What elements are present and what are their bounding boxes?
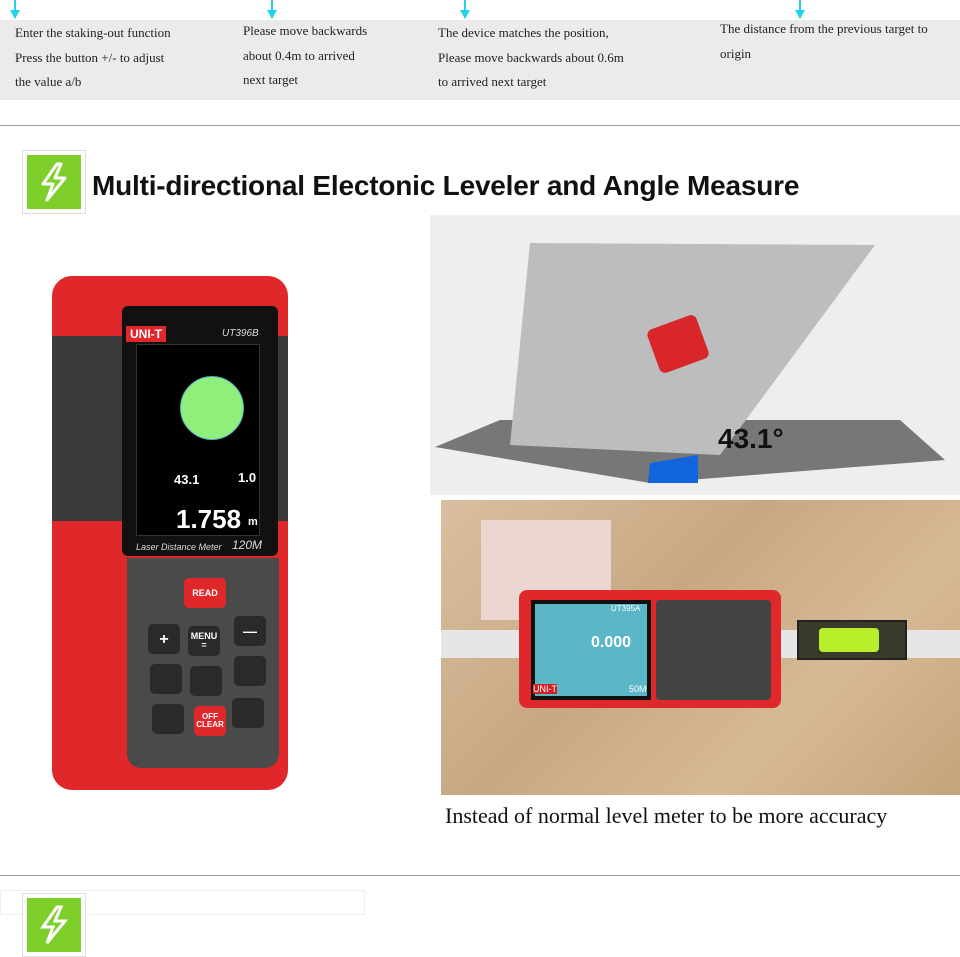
timer-key [152, 704, 184, 734]
section-title: Multi-directional Electonic Leveler and … [92, 170, 800, 201]
save-key [232, 698, 264, 728]
device-label: Laser Distance Meter [136, 542, 222, 552]
step-2: Please move backwards about 0.4m to arri… [243, 19, 367, 93]
step-1: Enter the staking-out function Press the… [15, 21, 171, 95]
read-key: READ [184, 578, 226, 608]
level-key [190, 666, 222, 696]
section-icon [22, 893, 86, 957]
step-line: origin [720, 45, 752, 61]
step-line: the value a/b [15, 74, 82, 89]
angle-readout: 43.1 [174, 472, 200, 487]
step-line: next target [243, 72, 298, 87]
angle-scene-image: 43.1° [430, 215, 960, 495]
range-label: 120M [232, 538, 263, 552]
step-line: Please move backwards [243, 23, 368, 38]
step-4: The distance from the previous target to… [720, 17, 928, 66]
arrow-down-icon [460, 0, 470, 20]
level-photo: 0.000 UNI-T UT395A 50M [441, 500, 960, 795]
lightning-icon [41, 162, 67, 202]
arrow-down-icon [267, 0, 277, 20]
photo-model: UT395A [611, 604, 641, 613]
angle-readout: 1.0 [238, 470, 257, 485]
clear-label: CLEAR [196, 720, 224, 729]
arrow-down-icon [10, 0, 20, 20]
step-line: The distance from the previous target to [720, 21, 928, 36]
model-label: UT396B [222, 328, 259, 339]
angle-label: 43.1° [718, 423, 784, 454]
minus-key: — [234, 616, 266, 646]
step-line: Press the button +/- to adjust [15, 49, 165, 65]
distance-readout: 1.758 [176, 504, 242, 534]
caption: Instead of normal level meter to be more… [445, 803, 888, 828]
divider [0, 875, 960, 876]
lightning-icon [40, 905, 69, 944]
step-line: The device matches the position, [438, 25, 609, 40]
step-line: to arrived next target [438, 74, 547, 89]
step-line: about 0.4m to arrived [243, 47, 355, 63]
section-icon [22, 150, 86, 214]
laser-meter-image: UNI-T UT396B 43.1 1.0 1.758 m Laser Dist… [52, 276, 288, 790]
step-3: The device matches the position, Please … [438, 21, 624, 95]
menu-key-eq: = [201, 640, 207, 650]
off-clear-key: OFF CLEAR [194, 706, 226, 736]
divider [0, 125, 960, 126]
brand-logo: UNI-T [126, 326, 166, 342]
photo-distance: 0.000 [591, 634, 632, 651]
photo-range: 50M [629, 684, 647, 694]
menu-key: MENU = [188, 626, 220, 656]
area-key [150, 664, 182, 694]
unit-label: m [248, 516, 258, 528]
step-line: Please move backwards about 0.6m [438, 49, 624, 65]
step-line: Enter the staking-out function [15, 25, 171, 40]
target-key [234, 656, 266, 686]
plus-key: + [148, 624, 180, 654]
photo-brand: UNI-T [533, 684, 557, 694]
